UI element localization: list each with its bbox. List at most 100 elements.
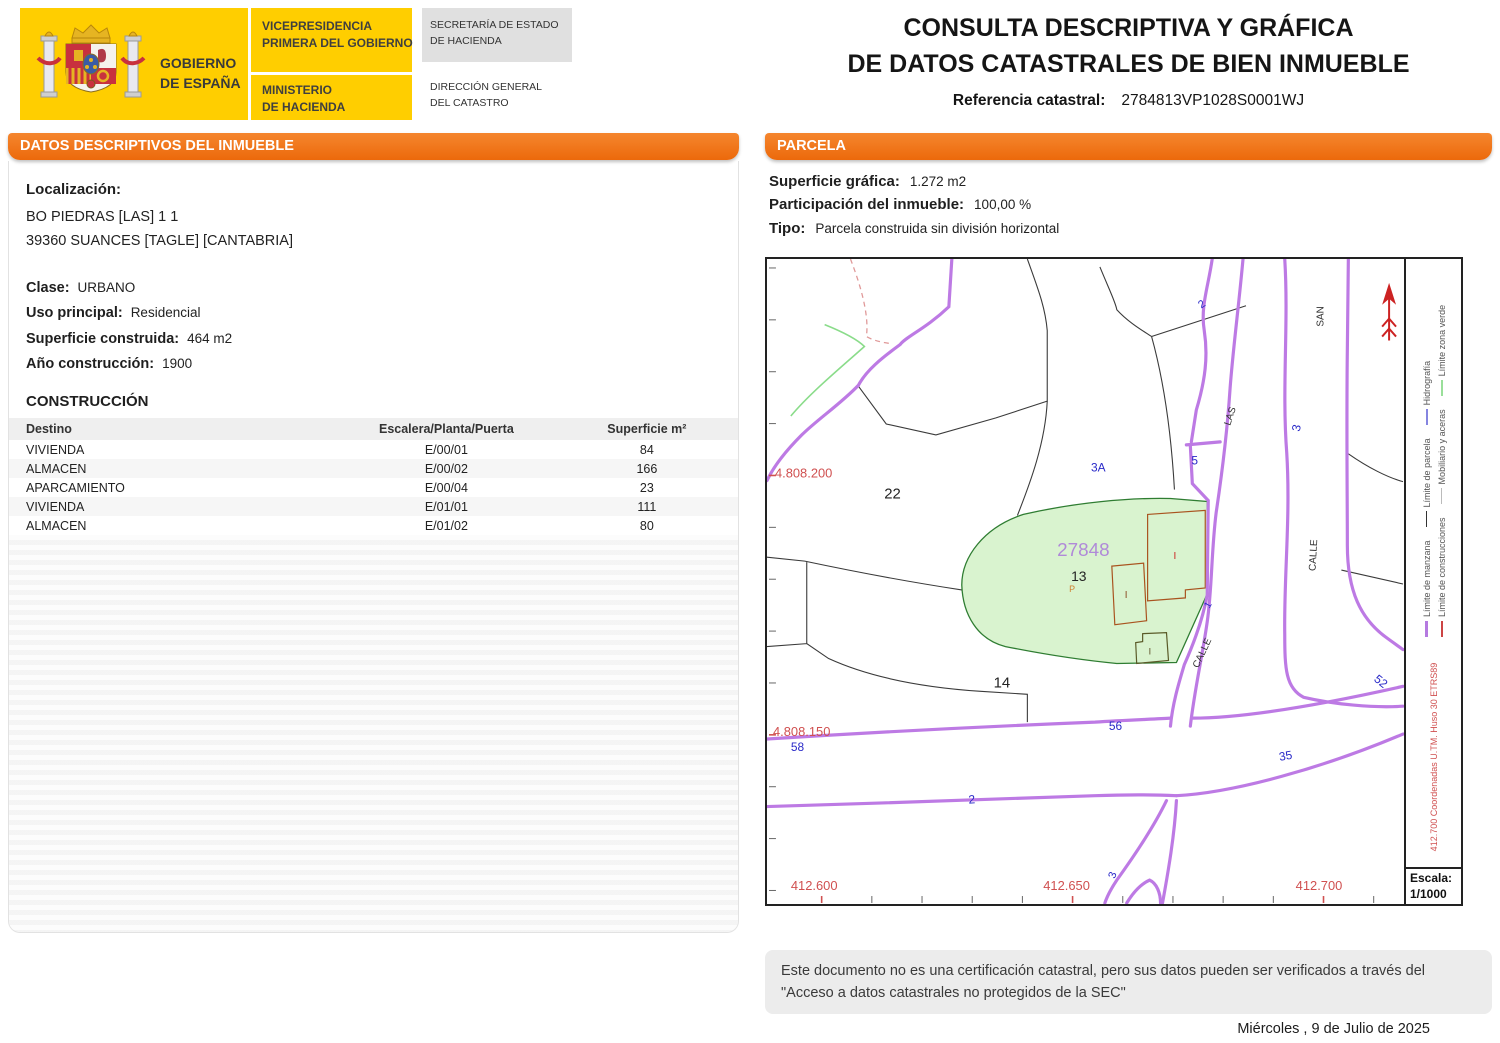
map-label: I xyxy=(1149,647,1151,657)
map-label: 3 xyxy=(1289,423,1304,433)
table-header-cell: Superficie m² xyxy=(556,418,738,440)
table-cell: ALMACEN xyxy=(9,516,337,535)
table-header-cell: Escalera/Planta/Puerta xyxy=(337,418,556,440)
map-label: 412.700 xyxy=(1296,878,1343,893)
field-value: 100,00 % xyxy=(974,197,1031,212)
map-label: 58 xyxy=(791,740,805,754)
section-header-datos-descriptivos: DATOS DESCRIPTIVOS DEL INMUEBLE xyxy=(8,133,739,160)
map-label: 4.808.200 xyxy=(775,466,832,481)
scale-value: 1/1000 xyxy=(1410,887,1457,903)
map-legend-strip: 412.700 Coordenadas U.TM. Huso 30 ETRS89… xyxy=(1406,257,1463,869)
legend-label: Límite de parcela xyxy=(1421,438,1431,507)
legend-swatch xyxy=(1425,621,1428,637)
map-label: P xyxy=(1069,584,1075,594)
referencia-value: 2784813VP1028S0001WJ xyxy=(1121,92,1304,109)
map-label: 3 xyxy=(1106,870,1119,880)
hydrography-line xyxy=(850,259,890,343)
referencia-label: Referencia catastral: xyxy=(953,92,1106,109)
section-header-parcela: PARCELA xyxy=(765,133,1492,160)
map-label: 14 xyxy=(994,675,1011,691)
table-cell: 166 xyxy=(556,459,738,478)
legend-swatch xyxy=(1426,511,1427,527)
map-label: CALLE xyxy=(1308,539,1321,571)
map-label: 4.808.150 xyxy=(773,724,830,739)
legend-item: Límite de parcela xyxy=(1421,438,1431,527)
field-label: Superficie gráfica: xyxy=(769,173,900,190)
legend-row-2: Límite de construcciones Mobiliario y ace… xyxy=(1436,305,1446,637)
table-cell: E/01/02 xyxy=(337,516,556,535)
construccion-table: DestinoEscalera/Planta/PuertaSuperficie … xyxy=(9,418,738,535)
field-value: URBANO xyxy=(78,280,136,295)
table-row: APARCAMIENTOE/00/0423 xyxy=(9,478,738,497)
field-value: 1900 xyxy=(162,356,192,371)
address-line-2: 39360 SUANCES [TAGLE] [CANTABRIA] xyxy=(26,230,721,254)
map-label: 5 xyxy=(1191,454,1198,468)
field-label: Clase: xyxy=(26,280,70,296)
field-value: Residencial xyxy=(131,305,201,320)
document-page: GOBIERNO DE ESPAÑA VICEPRESIDENCIA PRIME… xyxy=(0,0,1500,1043)
legend-item: Mobiliario y aceras xyxy=(1436,409,1446,504)
table-cell: 80 xyxy=(556,516,738,535)
map-label: 2 xyxy=(968,792,976,806)
table-cell: E/00/01 xyxy=(337,440,556,459)
map-label: LAS xyxy=(1222,405,1238,427)
map-label: 412.650 xyxy=(1043,878,1090,893)
table-cell: E/01/01 xyxy=(337,497,556,516)
legend-label: Mobiliario y aceras xyxy=(1436,409,1446,484)
table-cell: 111 xyxy=(556,497,738,516)
datos-descriptivos-panel: Localización: BO PIEDRAS [LAS] 1 1 39360… xyxy=(8,161,739,933)
secretaria-estado-box: SECRETARÍA DE ESTADO DE HACIENDA xyxy=(422,8,572,62)
field-row: Superficie gráfica:1.272 m2 xyxy=(769,170,1489,193)
property-fields: Clase:URBANOUso principal:ResidencialSup… xyxy=(26,276,721,378)
direccion-general-catastro-label: DIRECCIÓN GENERAL DEL CATASTRO xyxy=(430,80,542,112)
parcela-fields: Superficie gráfica:1.272 m2Participación… xyxy=(769,170,1489,240)
map-label: SAN xyxy=(1316,306,1327,326)
referencia-catastral: Referencia catastral: 2784813VP1028S0001W… xyxy=(765,92,1492,110)
legend-label: Límite de manzana xyxy=(1421,540,1431,617)
field-row: Clase: URBANO xyxy=(26,276,721,301)
page-title: CONSULTA DESCRIPTIVA Y GRÁFICA DE DATOS … xyxy=(765,10,1492,83)
map-label: 3A xyxy=(1091,461,1106,475)
field-label: Tipo: xyxy=(769,220,805,237)
field-row: Tipo: Parcela construida sin división hor… xyxy=(769,217,1489,240)
map-label: 22 xyxy=(884,487,901,503)
ministerio-label: MINISTERIO DE HACIENDA xyxy=(262,82,345,116)
field-label: Año construcción: xyxy=(26,356,154,372)
green-zone-line xyxy=(791,325,865,416)
legend-swatch xyxy=(1441,488,1442,504)
gobierno-espana-label: GOBIERNO DE ESPAÑA xyxy=(160,53,241,94)
table-row: VIVIENDAE/00/0184 xyxy=(9,440,738,459)
table-cell: ALMACEN xyxy=(9,459,337,478)
table-cell: E/00/04 xyxy=(337,478,556,497)
localizacion-label: Localización: xyxy=(26,181,721,198)
empty-rows-stripes xyxy=(9,535,738,932)
vicepresidencia-label: VICEPRESIDENCIA PRIMERA DEL GOBIERNO xyxy=(262,18,413,52)
field-label: Superficie construida: xyxy=(26,331,179,347)
field-row: Participación del inmueble: 100,00 % xyxy=(769,193,1489,216)
north-arrow-icon xyxy=(1382,283,1396,341)
document-date: Miércoles , 9 de Julio de 2025 xyxy=(765,1021,1430,1037)
field-value: 464 m2 xyxy=(187,331,232,346)
field-value: Parcela construida sin división horizont… xyxy=(815,221,1059,236)
map-label: 56 xyxy=(1109,719,1123,733)
coordinates-note: 412.700 Coordenadas U.TM. Huso 30 ETRS89 xyxy=(1428,651,1438,863)
map-label: 412.600 xyxy=(791,878,838,893)
cadastral-map-svg: 4.808.200223A52SANLAS32784813PIII1CALLEC… xyxy=(767,259,1404,904)
legend-item: Límite de construcciones xyxy=(1436,517,1446,637)
table-cell: APARCAMIENTO xyxy=(9,478,337,497)
legend-swatch xyxy=(1440,380,1442,396)
map-label: 13 xyxy=(1071,568,1087,584)
disclaimer-note: Este documento no es una certificación c… xyxy=(765,950,1492,1014)
table-cell: VIVIENDA xyxy=(9,497,337,516)
scale-label: Escala: xyxy=(1410,871,1457,887)
legend-swatch xyxy=(1425,409,1427,425)
legend-label: Hidrografía xyxy=(1421,361,1431,406)
map-label: 35 xyxy=(1278,748,1294,764)
construccion-title: CONSTRUCCIÓN xyxy=(26,393,721,410)
legend-item: Límite de manzana xyxy=(1421,540,1431,637)
table-header-cell: Destino xyxy=(9,418,337,440)
logo-divider-horizontal xyxy=(251,72,412,75)
field-label: Participación del inmueble: xyxy=(769,196,964,213)
table-cell: 23 xyxy=(556,478,738,497)
legend-label: Límite zona verde xyxy=(1436,305,1446,377)
